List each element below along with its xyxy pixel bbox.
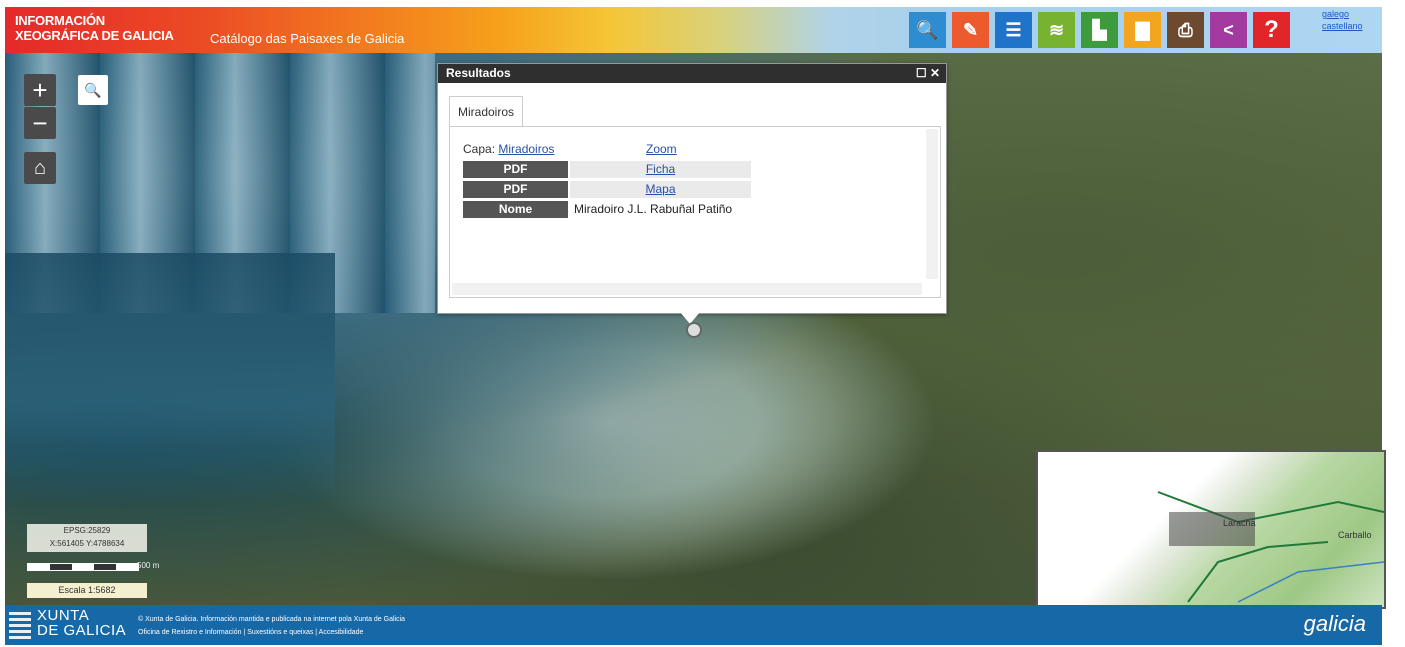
home-button[interactable]: ⌂ — [24, 152, 56, 184]
share-tool-button[interactable]: < — [1210, 12, 1247, 48]
row-label-pdf-1: PDF — [463, 161, 568, 178]
coordinates-box: EPSG:25829 X:561405 Y:4788634 — [27, 524, 147, 552]
xunta-line1: XUNTA — [37, 607, 90, 624]
layers-tool-button[interactable]: ≋ — [1038, 12, 1075, 48]
save-icon: ▇ — [1135, 19, 1150, 40]
lang-galego-link[interactable]: galego — [1322, 8, 1363, 20]
site-logo[interactable]: INFORMACIÓN XEOGRÁFICA DE GALICIA — [15, 13, 174, 43]
sea-area-lower — [5, 253, 335, 503]
popup-title-bar: Resultados ☐ ✕ — [438, 64, 946, 83]
ficha-link[interactable]: Ficha — [570, 161, 751, 178]
close-icon[interactable]: ✕ — [930, 66, 940, 80]
footer-copyright: © Xunta de Galicia. Información mantida … — [138, 616, 406, 623]
search-tool-button[interactable]: 🔍 — [909, 12, 946, 48]
xunta-emblem-icon — [9, 611, 31, 639]
results-panel: Capa: Miradoiros Zoom PDF Ficha PDF Mapa… — [449, 126, 941, 298]
logo-line2: XEOGRÁFICA DE GALICIA — [15, 28, 174, 43]
zoom-link[interactable]: Zoom — [646, 142, 677, 156]
overview-label-carballo: Carballo — [1338, 530, 1372, 540]
footer-text: © Xunta de Galicia. Información mantida … — [138, 613, 405, 639]
map-tool-icon: ✎ — [962, 19, 979, 40]
horizontal-scrollbar[interactable] — [452, 283, 922, 295]
zoom-out-button[interactable]: − — [24, 107, 56, 139]
location-marker-icon[interactable] — [686, 322, 702, 338]
toolbar: 🔍 ✎ ☰ ≋ ▙ ▇ ⎙ < ? — [909, 7, 1296, 53]
overview-map[interactable]: Carballo Laracha — [1036, 450, 1386, 609]
layer-link[interactable]: Miradoiros — [498, 142, 554, 156]
vertical-scrollbar[interactable] — [926, 129, 938, 279]
overview-label-laracha: Laracha — [1223, 518, 1256, 528]
coordinates-label: X:561405 Y:4788634 — [49, 539, 125, 548]
print-tool-button[interactable]: ⎙ — [1167, 12, 1204, 48]
zoom-link-wrap: Zoom — [646, 141, 677, 158]
map-search-button[interactable]: 🔍 — [78, 75, 108, 105]
zoom-in-button[interactable]: + — [24, 74, 56, 106]
tab-miradoiros[interactable]: Miradoiros — [449, 96, 524, 127]
map-tool-button[interactable]: ✎ — [952, 12, 989, 48]
row-label-pdf-2: PDF — [463, 181, 568, 198]
share-icon: < — [1223, 19, 1234, 40]
save-tool-button[interactable]: ▇ — [1124, 12, 1161, 48]
xunta-line2: DE GALICIA — [37, 622, 127, 639]
logo-line1: INFORMACIÓN — [15, 13, 105, 28]
galicia-logo[interactable]: galicia — [1304, 611, 1366, 637]
legend-icon: ▙ — [1092, 19, 1107, 40]
scale-text: Escala 1:5682 — [27, 583, 147, 598]
lang-castellano-link[interactable]: castellano — [1322, 20, 1363, 32]
results-popup: Resultados ☐ ✕ Miradoiros Capa: Miradoir… — [437, 63, 947, 314]
list-tool-button[interactable]: ☰ — [995, 12, 1032, 48]
maximize-icon[interactable]: ☐ — [916, 66, 927, 80]
xunta-logo[interactable]: XUNTA DE GALICIA — [37, 608, 126, 638]
language-links: galego castellano — [1322, 8, 1363, 32]
search-icon: 🔍 — [916, 19, 939, 40]
mapa-link[interactable]: Mapa — [570, 181, 751, 198]
row-label-nome: Nome — [463, 201, 568, 218]
popup-title: Resultados — [446, 66, 511, 80]
print-icon: ⎙ — [1178, 19, 1193, 40]
list-icon: ☰ — [1005, 19, 1022, 40]
nome-value: Miradoiro J.L. Rabuñal Patiño — [574, 202, 733, 216]
scale-bar — [27, 563, 139, 571]
help-icon: ? — [1264, 16, 1279, 43]
layer-row: Capa: Miradoiros — [463, 141, 554, 158]
legend-tool-button[interactable]: ▙ — [1081, 12, 1118, 48]
scale-bar-label: 500 m — [137, 561, 160, 570]
home-icon: ⌂ — [33, 156, 47, 179]
search-icon: 🔍 — [84, 81, 102, 98]
catalog-title: Catálogo das Paisaxes de Galicia — [210, 31, 405, 46]
layers-icon: ≋ — [1048, 19, 1065, 40]
help-tool-button[interactable]: ? — [1253, 12, 1290, 48]
header-bar: INFORMACIÓN XEOGRÁFICA DE GALICIA Catálo… — [5, 7, 1382, 53]
footer-links[interactable]: Oficina de Rexistro e Información | Suxe… — [138, 626, 405, 639]
footer: XUNTA DE GALICIA © Xunta de Galicia. Inf… — [5, 605, 1382, 645]
epsg-label: EPSG:25829 — [63, 526, 111, 535]
layer-label: Capa: — [463, 142, 496, 156]
